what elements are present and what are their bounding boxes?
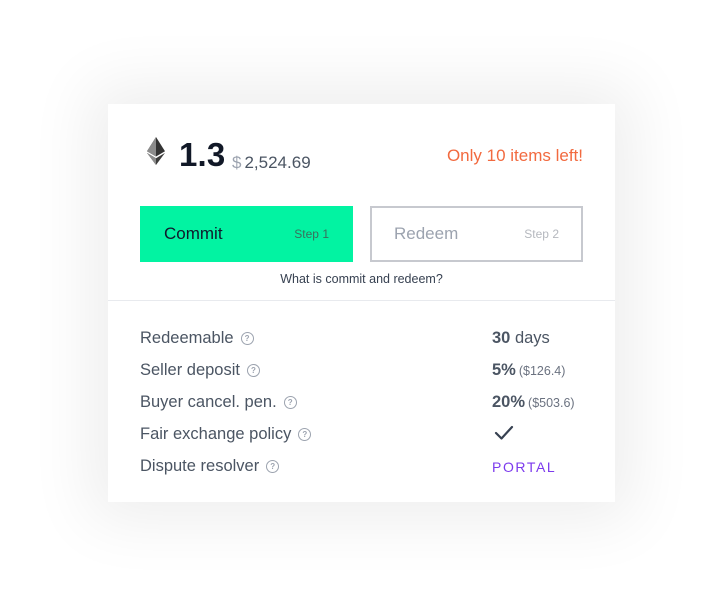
commit-label: Commit	[164, 224, 223, 243]
detail-row-fair-exchange-policy: Fair exchange policy?	[140, 425, 583, 447]
checkmark-icon	[494, 425, 514, 440]
detail-row-seller-deposit: Seller deposit? 5% ($126.4)	[140, 361, 583, 383]
detail-value: 20% ($503.6)	[492, 393, 575, 411]
help-icon[interactable]: ?	[266, 460, 280, 473]
commit-redeem-help-link[interactable]: What is commit and redeem?	[108, 272, 615, 286]
redeem-step: Step 2	[524, 227, 559, 241]
product-commit-card: 1.3 $2,524.69 Only 10 items left! Commit…	[108, 104, 615, 502]
commit-button[interactable]: Commit Step 1	[140, 206, 353, 262]
detail-label: Dispute resolver?	[140, 457, 280, 476]
redeem-label: Redeem	[394, 224, 459, 243]
portal-logo: PORTAL	[492, 459, 557, 475]
price-usd: $2,524.69	[232, 153, 311, 173]
usd-value: 2,524.69	[244, 153, 311, 172]
help-icon[interactable]: ?	[298, 428, 312, 441]
detail-row-dispute-resolver: Dispute resolver? PORTAL	[140, 457, 583, 479]
detail-label: Buyer cancel. pen.?	[140, 393, 297, 412]
detail-row-redeemable: Redeemable? 30 days	[140, 329, 583, 351]
price-amount: 1.3	[179, 136, 226, 173]
divider	[108, 300, 615, 301]
help-icon[interactable]: ?	[240, 332, 254, 345]
detail-label: Seller deposit?	[140, 361, 260, 380]
detail-value: 30 days	[492, 329, 550, 347]
detail-label: Fair exchange policy?	[140, 425, 312, 444]
redeem-button[interactable]: Redeem Step 2	[370, 206, 583, 262]
help-icon[interactable]: ?	[246, 364, 260, 377]
detail-value: 5% ($126.4)	[492, 361, 566, 379]
ethereum-icon	[147, 137, 165, 165]
commit-step: Step 1	[294, 227, 329, 241]
usd-symbol: $	[232, 153, 242, 172]
detail-label: Redeemable?	[140, 329, 254, 348]
stock-notice: Only 10 items left!	[446, 146, 583, 165]
detail-row-buyer-cancel-penalty: Buyer cancel. pen.? 20% ($503.6)	[140, 393, 583, 415]
help-icon[interactable]: ?	[283, 396, 297, 409]
